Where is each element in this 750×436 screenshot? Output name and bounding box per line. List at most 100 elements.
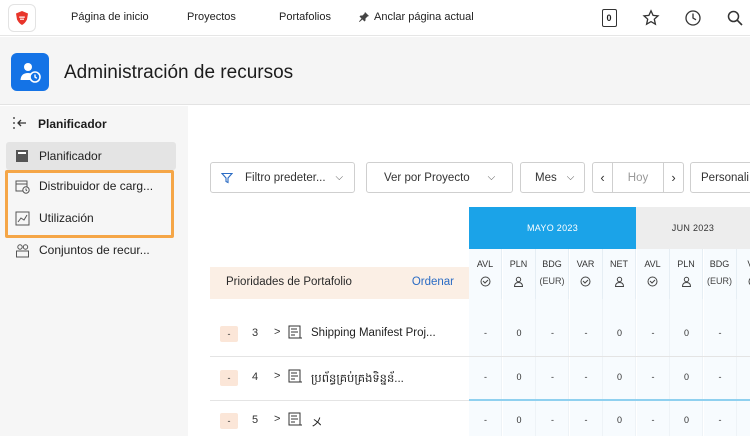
row-cell-value: - (484, 328, 487, 338)
clock-icon (480, 276, 490, 286)
row-cell-value: - (551, 415, 554, 425)
resource-pools-icon (14, 242, 30, 258)
timeline-row-separator (469, 399, 750, 401)
person-icon-wrap (513, 275, 524, 287)
sort-button[interactable]: Ordenar (412, 276, 454, 288)
main-content: Filtro predeter... ⌵ Ver por Proyecto ⌵ … (188, 106, 750, 436)
chevron-down-icon: ⌵ (487, 172, 496, 183)
sidebar-item-label: Planificador (39, 149, 102, 163)
period-dropdown[interactable]: Mes ⌵ (520, 162, 585, 193)
chevron-down-icon: ⌵ (335, 172, 344, 183)
column-header-unit: (EUR) (707, 276, 732, 286)
nav-portfolios-link[interactable]: Portafolios (279, 11, 331, 23)
filter-icon (221, 172, 233, 183)
view-by-dropdown[interactable]: Ver por Proyecto ⌵ (366, 162, 513, 193)
chevron-right-icon[interactable]: > (274, 326, 280, 338)
pin-page-button[interactable]: Anclar página actual (358, 11, 474, 23)
recents-button[interactable] (683, 8, 703, 28)
view-by-label: Ver por Proyecto (384, 171, 470, 184)
row-cell-value: - (484, 415, 487, 425)
collapse-row-button[interactable]: - (220, 413, 238, 429)
filter-dropdown[interactable]: Filtro predeter... ⌵ (210, 162, 355, 193)
nav-home-link[interactable]: Página de inicio (71, 11, 149, 23)
chevron-down-icon: ⌵ (566, 172, 575, 183)
clock-icon-wrap (580, 275, 591, 287)
row-cell-value: - (737, 372, 750, 382)
search-icon (727, 10, 743, 26)
row-cell-value: 0 (683, 328, 689, 338)
sidebar: Planificador Planificador Distribuidor d… (0, 106, 188, 436)
row-cell-value: - (651, 372, 655, 382)
row-cell-value: - (718, 372, 722, 382)
highlight-annotation-box (5, 170, 174, 238)
row-cell-value: 0 (616, 328, 622, 338)
search-button[interactable] (725, 8, 745, 28)
project-icon (288, 325, 304, 341)
page-header: Administración de recursos (0, 37, 750, 105)
today-button[interactable]: Hoy (613, 172, 663, 184)
table-row[interactable]: - 3 > Shipping Manifest Proj... (210, 314, 469, 354)
row-cell-value: - (484, 372, 487, 382)
row-cell-value: - (737, 328, 750, 338)
favorites-button[interactable] (641, 8, 661, 28)
column-header: AVL (469, 249, 502, 299)
clock-icon-wrap (647, 275, 658, 287)
page-title: Administración de recursos (64, 62, 294, 83)
person-icon-wrap (614, 275, 625, 287)
project-icon (288, 412, 304, 428)
column-header-label: VAR (576, 259, 595, 269)
column-header: BDG (EUR) (536, 249, 569, 299)
column-header-label: AVL (476, 259, 494, 269)
row-priority-number: 3 (252, 327, 259, 339)
notifications-button[interactable]: 0 (599, 8, 619, 28)
person-icon (513, 276, 524, 287)
star-icon (642, 9, 660, 26)
chevron-right-icon[interactable]: > (274, 370, 280, 382)
column-header-label: AVL (644, 259, 661, 269)
previous-period-button[interactable]: ‹ (593, 163, 613, 192)
row-cell-value: - (551, 372, 554, 382)
column-header-label: NET (610, 259, 628, 269)
planner-toolbar: Filtro predeter... ⌵ Ver por Proyecto ⌵ … (188, 162, 750, 194)
nav-projects-link[interactable]: Proyectos (187, 11, 236, 23)
pin-page-label: Anclar página actual (374, 11, 474, 23)
column-header: BDG (EUR) (703, 249, 737, 299)
logo-icon (16, 11, 28, 25)
column-header: VAR (569, 249, 603, 299)
row-priority-number: 4 (252, 371, 259, 383)
table-row[interactable]: - 5 > メ (210, 401, 469, 436)
person-icon (681, 276, 691, 287)
history-icon (685, 10, 701, 26)
clock-icon (580, 276, 591, 286)
month-header-jun[interactable]: JUN 2023 (636, 207, 750, 249)
next-period-button[interactable]: › (663, 163, 683, 192)
date-navigator: ‹ Hoy › (592, 162, 684, 193)
top-navigation: Página de inicio Proyectos Portafolios A… (0, 0, 750, 36)
pin-icon (359, 12, 369, 22)
app-logo[interactable] (8, 4, 36, 32)
chevron-right-icon[interactable]: > (274, 413, 280, 425)
person-icon (614, 276, 624, 287)
column-header-label: BDG (709, 259, 730, 269)
column-header-label: PLN (509, 259, 528, 269)
column-header: PLN (502, 249, 536, 299)
sidebar-item-label: Conjuntos de recur... (39, 243, 150, 257)
portfolio-priorities-header: Prioridades de Portafolio Ordenar (210, 267, 469, 299)
collapse-sidebar-icon[interactable] (12, 116, 28, 133)
column-header-label: PLN (677, 259, 695, 269)
project-name[interactable]: Shipping Manifest Proj... (311, 327, 436, 339)
month-header-may[interactable]: MAYO 2023 (469, 207, 636, 249)
project-name[interactable]: ប្រព័ន្ធគ្រប់គ្រងទិន្នន័... (311, 371, 404, 388)
table-row[interactable]: - 4 > ប្រព័ន្ធគ្រប់គ្រងទិន្នន័... (210, 358, 469, 398)
sidebar-item-planner[interactable]: Planificador (6, 142, 176, 170)
column-header-label: BDG (542, 259, 562, 269)
sidebar-item-resource-pools[interactable]: Conjuntos de recur... (6, 236, 176, 264)
collapse-row-button[interactable]: - (220, 326, 238, 342)
project-name[interactable]: メ (311, 414, 323, 430)
row-cell-value: 0 (516, 415, 522, 425)
customize-button[interactable]: Personali (690, 162, 750, 193)
collapse-row-button[interactable]: - (220, 370, 238, 386)
filter-label: Filtro predeter... (245, 171, 326, 184)
row-cell-value: 0 (516, 328, 522, 338)
column-header: VA (737, 249, 750, 299)
